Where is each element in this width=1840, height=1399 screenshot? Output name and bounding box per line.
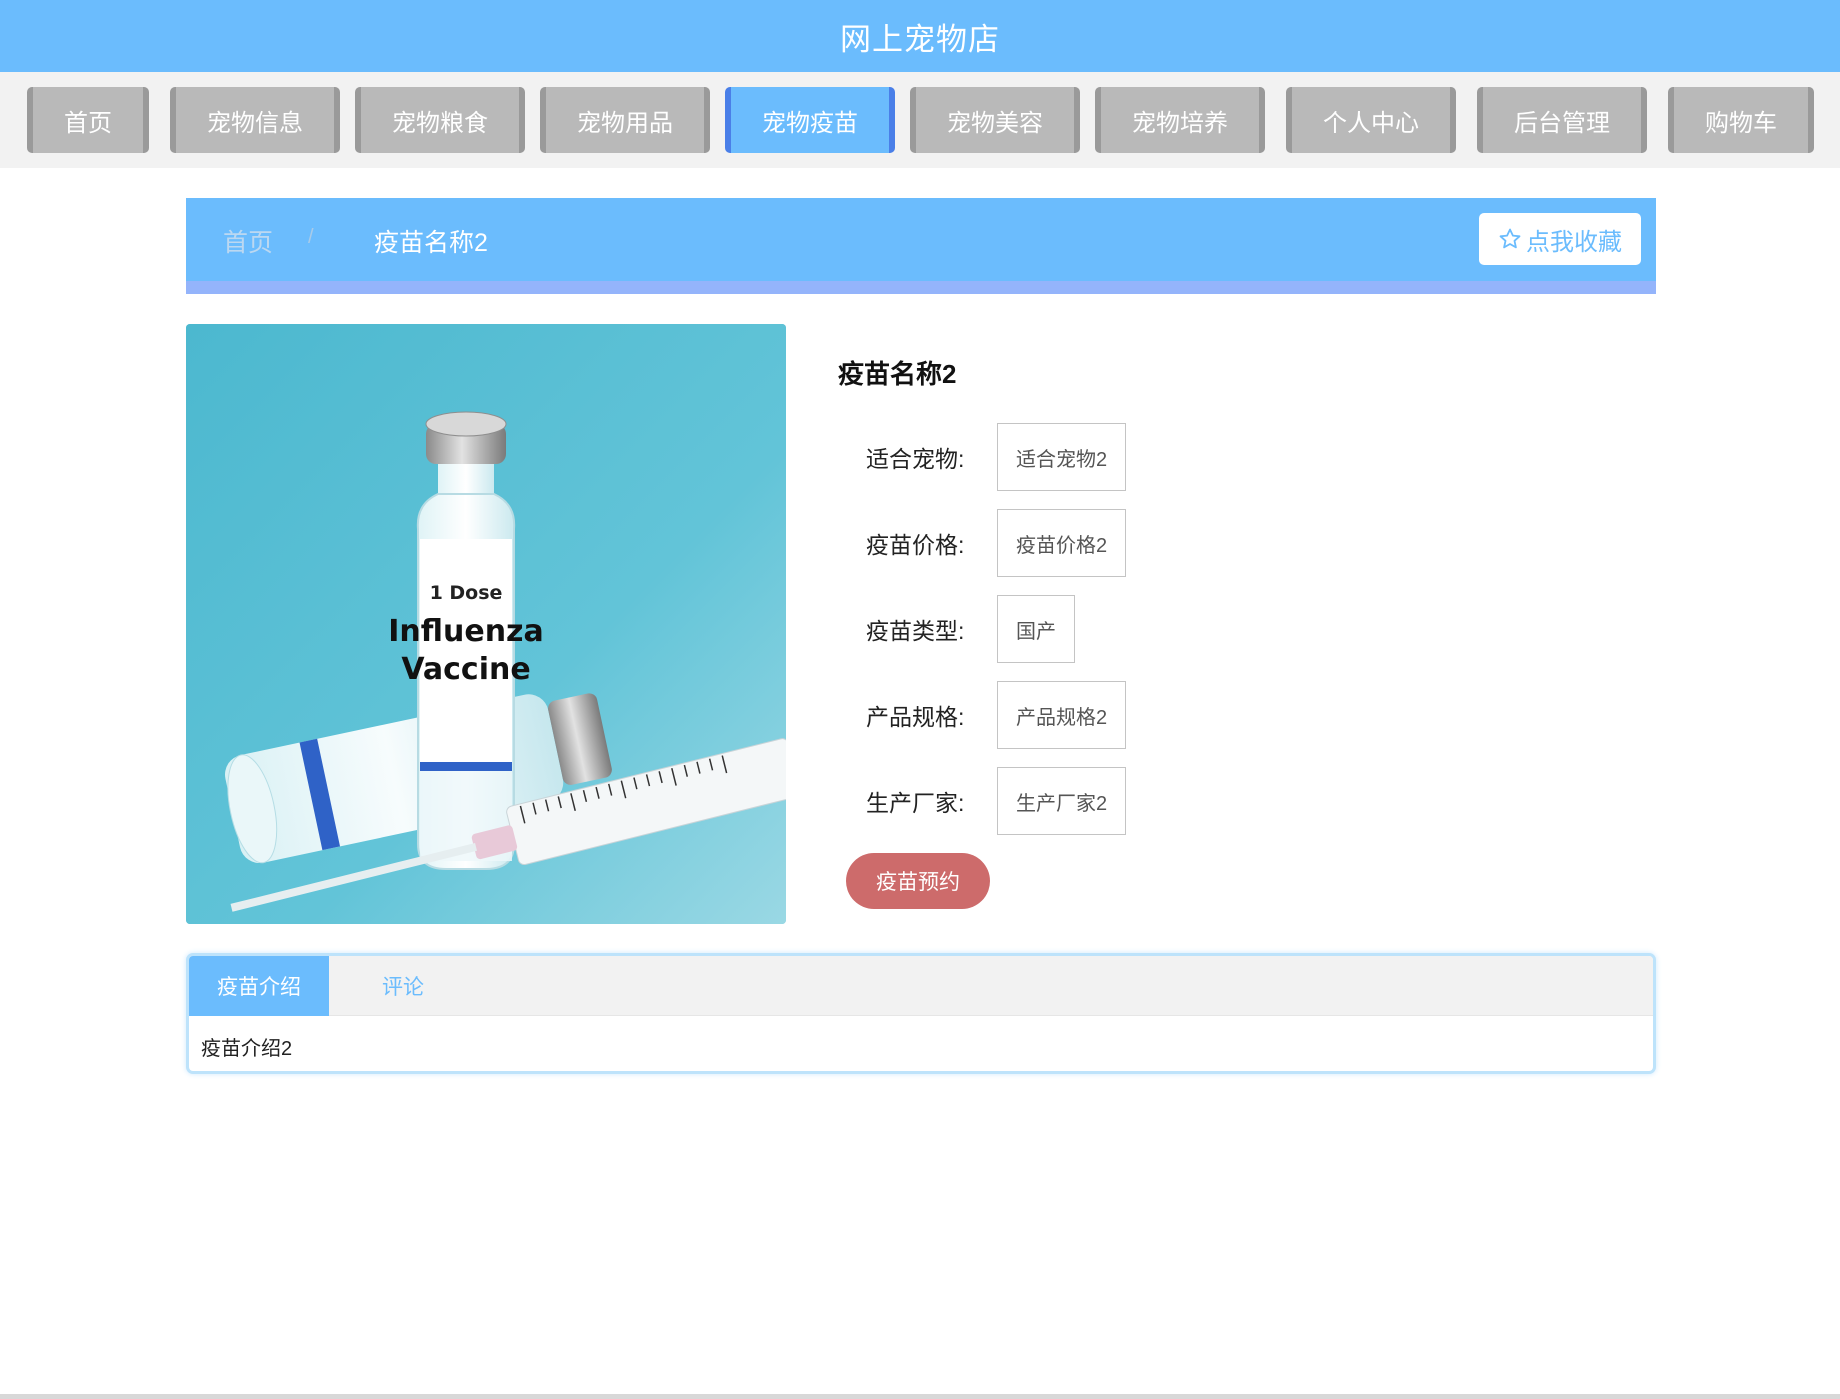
nav-item-pet-vaccine[interactable]: 宠物疫苗 xyxy=(725,87,895,153)
detail-value: 生产厂家2 xyxy=(997,767,1127,835)
star-outline-icon xyxy=(1499,228,1521,249)
detail-value: 产品规格2 xyxy=(997,681,1127,749)
main-nav: 首页 宠物信息 宠物粮食 宠物用品 宠物疫苗 宠物美容 宠物培养 个人中心 后台… xyxy=(0,72,1840,168)
nav-item-user-center[interactable]: 个人中心 xyxy=(1286,87,1456,153)
favorite-button[interactable]: 点我收藏 xyxy=(1479,213,1641,265)
tabs-panel: 疫苗介绍 评论 疫苗介绍2 xyxy=(186,953,1656,1074)
detail-label: 疫苗类型: xyxy=(866,618,965,644)
detail-row-price: 疫苗价格: 疫苗价格2 xyxy=(866,509,1127,577)
nav-item-pet-food[interactable]: 宠物粮食 xyxy=(355,87,525,153)
detail-row-manufacturer: 生产厂家: 生产厂家2 xyxy=(866,767,1127,835)
detail-row-suitable-pet: 适合宠物: 适合宠物2 xyxy=(866,423,1127,491)
product-image: 1 Dose Influenza Vaccine xyxy=(186,324,786,924)
tab-vaccine-intro[interactable]: 疫苗介绍 xyxy=(189,956,329,1016)
nav-item-pet-grooming[interactable]: 宠物美容 xyxy=(910,87,1080,153)
nav-item-pet-supplies[interactable]: 宠物用品 xyxy=(540,87,710,153)
detail-label: 产品规格: xyxy=(866,704,965,730)
breadcrumb: 首页 / 疫苗名称2 点我收藏 xyxy=(186,198,1656,294)
tab-header: 疫苗介绍 评论 xyxy=(189,956,1653,1016)
nav-item-pet-training[interactable]: 宠物培养 xyxy=(1095,87,1265,153)
product-name: 疫苗名称2 xyxy=(838,359,957,389)
nav-item-admin[interactable]: 后台管理 xyxy=(1477,87,1647,153)
breadcrumb-separator: / xyxy=(308,226,314,248)
breadcrumb-home-link[interactable]: 首页 xyxy=(223,223,273,259)
book-vaccine-button[interactable]: 疫苗预约 xyxy=(846,853,990,909)
vial-name-line1: Influenza xyxy=(388,614,544,649)
detail-value: 适合宠物2 xyxy=(997,423,1127,491)
detail-label: 疫苗价格: xyxy=(866,532,965,558)
detail-row-spec: 产品规格: 产品规格2 xyxy=(866,681,1127,749)
detail-value: 国产 xyxy=(997,595,1075,663)
tab-comments[interactable]: 评论 xyxy=(329,956,450,1016)
vial-name-line2: Vaccine xyxy=(401,652,530,687)
site-title: 网上宠物店 xyxy=(840,21,1000,57)
favorite-button-label: 点我收藏 xyxy=(1526,228,1622,256)
vaccine-vial-illustration: 1 Dose Influenza Vaccine xyxy=(186,324,786,924)
breadcrumb-current: 疫苗名称2 xyxy=(374,229,488,257)
detail-row-type: 疫苗类型: 国产 xyxy=(866,595,1075,663)
nav-item-pet-info[interactable]: 宠物信息 xyxy=(170,87,340,153)
detail-label: 生产厂家: xyxy=(866,790,965,816)
site-header: 网上宠物店 xyxy=(0,0,1840,72)
vial-dose-label: 1 Dose xyxy=(430,582,503,604)
detail-label: 适合宠物: xyxy=(866,446,965,472)
page-bottom-divider xyxy=(0,1394,1840,1399)
tab-content: 疫苗介绍2 xyxy=(201,1038,293,1060)
nav-item-cart[interactable]: 购物车 xyxy=(1668,87,1814,153)
nav-item-home[interactable]: 首页 xyxy=(27,87,149,153)
detail-value: 疫苗价格2 xyxy=(997,509,1127,577)
